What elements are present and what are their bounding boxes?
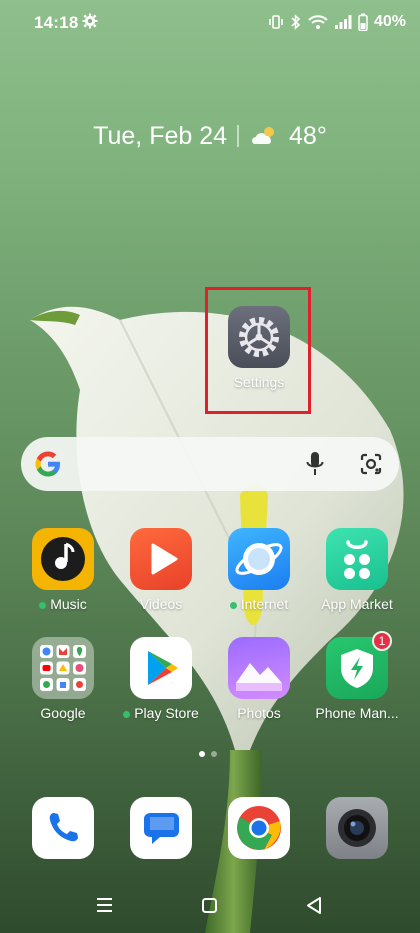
new-dot bbox=[123, 710, 131, 718]
music-icon bbox=[32, 528, 94, 590]
home-button[interactable] bbox=[202, 898, 217, 913]
dock-chrome[interactable] bbox=[228, 797, 290, 859]
page-indicator bbox=[199, 751, 217, 757]
settings-notification-icon bbox=[82, 13, 98, 29]
widget-divider bbox=[237, 125, 240, 147]
chrome-icon bbox=[228, 797, 290, 859]
app-videos[interactable]: Videos bbox=[112, 528, 210, 612]
app-play-store[interactable]: Play Store bbox=[112, 637, 210, 721]
play-store-label: Play Store bbox=[134, 705, 199, 721]
internet-label: Internet bbox=[240, 596, 289, 612]
google-search-bar[interactable] bbox=[21, 437, 399, 491]
new-dot bbox=[229, 601, 237, 609]
status-bar: 14:18 40% bbox=[0, 0, 420, 44]
recents-button[interactable] bbox=[97, 898, 112, 912]
navigation-bar bbox=[97, 897, 321, 914]
play-store-icon bbox=[130, 637, 192, 699]
clock-time: 14:18 bbox=[34, 13, 79, 32]
dock-messages[interactable] bbox=[130, 797, 192, 859]
status-icons: 40% bbox=[268, 11, 406, 33]
google-g-icon bbox=[35, 451, 60, 477]
google-folder-icon bbox=[32, 637, 94, 699]
microphone-icon[interactable] bbox=[305, 450, 325, 478]
settings-icon[interactable] bbox=[228, 306, 290, 368]
videos-label: Videos bbox=[139, 596, 183, 612]
wifi-icon bbox=[308, 15, 328, 29]
music-label: Music bbox=[50, 596, 87, 612]
signal-icon bbox=[334, 15, 352, 29]
dock-camera[interactable] bbox=[326, 797, 388, 859]
vibrate-icon bbox=[269, 15, 283, 29]
settings-label: Settings bbox=[233, 374, 285, 390]
photos-icon bbox=[228, 637, 290, 699]
date-text: Tue, Feb 24 bbox=[93, 121, 228, 150]
app-photos[interactable]: Photos bbox=[210, 637, 308, 721]
date-weather-widget[interactable]: Tue, Feb 24 48° bbox=[0, 118, 420, 154]
page-dot bbox=[211, 751, 217, 757]
app-market-icon bbox=[326, 528, 388, 590]
google-lens-icon[interactable] bbox=[359, 452, 383, 476]
bluetooth-icon bbox=[291, 14, 301, 30]
back-button[interactable] bbox=[307, 897, 321, 914]
battery-icon bbox=[358, 13, 368, 31]
app-internet[interactable]: Internet bbox=[210, 528, 308, 612]
app-music[interactable]: Music bbox=[14, 528, 112, 612]
phone-manager-label: Phone Man... bbox=[315, 705, 399, 721]
internet-icon bbox=[228, 528, 290, 590]
google-label: Google bbox=[40, 705, 86, 721]
photos-label: Photos bbox=[237, 705, 281, 721]
app-market-label: App Market bbox=[321, 596, 393, 612]
phone-icon bbox=[32, 797, 94, 859]
app-phone-manager[interactable]: 1 Phone Man... bbox=[308, 631, 406, 721]
app-google-folder[interactable]: Google bbox=[14, 637, 112, 721]
page-dot-active bbox=[199, 751, 205, 757]
battery-percent: 40% bbox=[373, 13, 406, 30]
settings-app[interactable]: Settings bbox=[224, 306, 294, 390]
videos-icon bbox=[130, 528, 192, 590]
app-app-market[interactable]: App Market bbox=[308, 528, 406, 612]
camera-icon bbox=[326, 797, 388, 859]
messages-icon bbox=[130, 797, 192, 859]
new-dot bbox=[39, 601, 47, 609]
notification-badge: 1 bbox=[372, 631, 392, 651]
temperature: 48° bbox=[289, 121, 327, 150]
dock-phone[interactable] bbox=[32, 797, 94, 859]
partly-cloudy-icon bbox=[252, 127, 275, 144]
